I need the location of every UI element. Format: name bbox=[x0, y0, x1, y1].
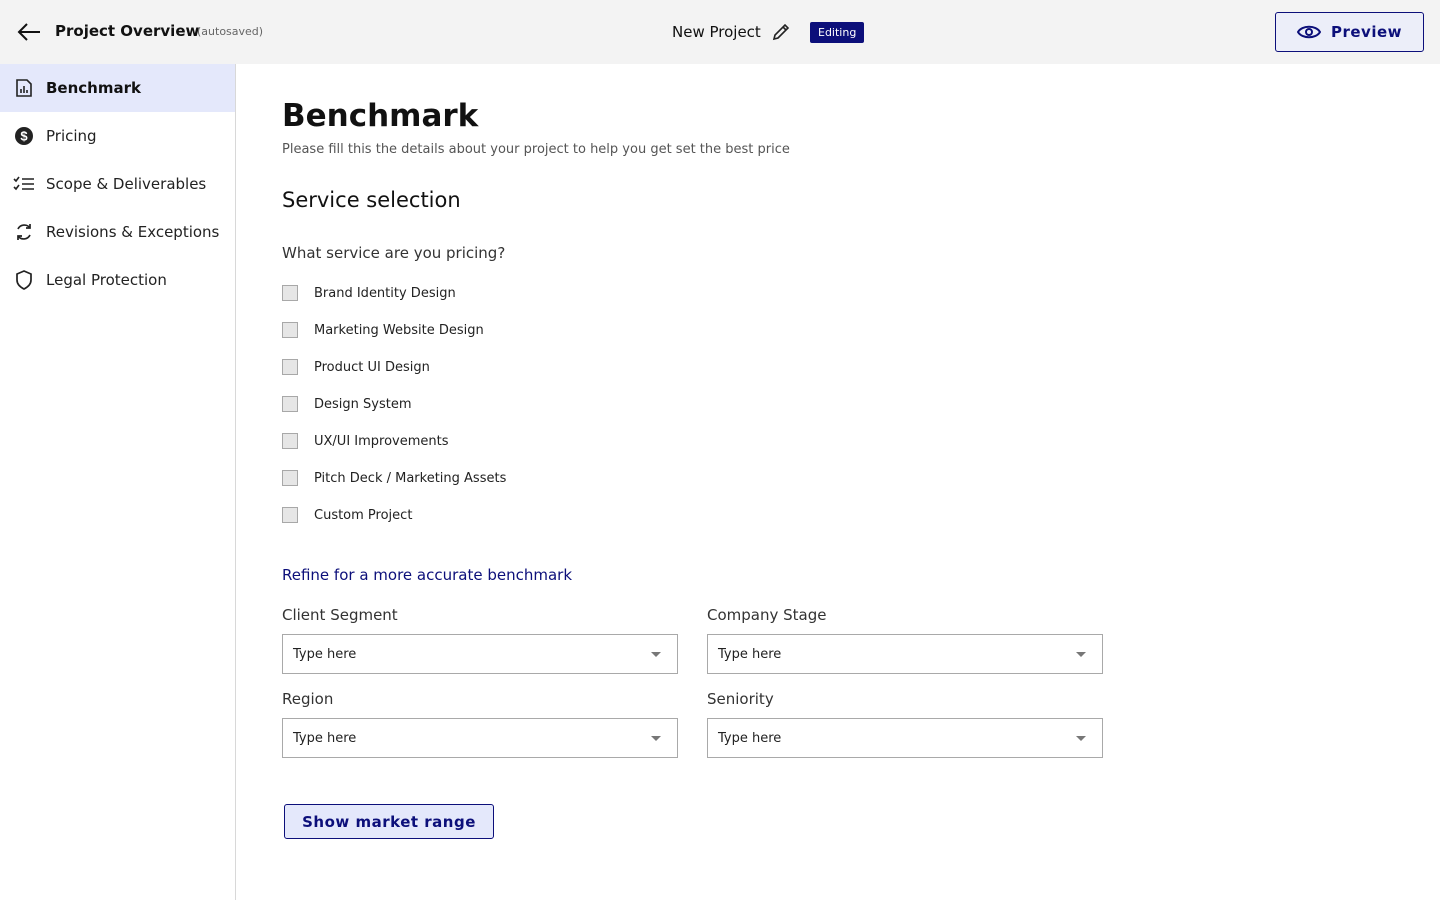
shield-icon bbox=[13, 269, 35, 291]
checkbox-label: Pitch Deck / Marketing Assets bbox=[314, 470, 507, 486]
select-value: Type here bbox=[293, 646, 357, 662]
top-bar: Project Overview (autosaved) New Project… bbox=[0, 0, 1440, 64]
button-label: Show market range bbox=[302, 812, 476, 831]
company-stage-select[interactable]: Type here bbox=[707, 634, 1103, 674]
sidebar-item-label: Revisions & Exceptions bbox=[46, 223, 220, 241]
refine-link[interactable]: Refine for a more accurate benchmark bbox=[282, 566, 572, 584]
sidebar-item-scope[interactable]: Scope & Deliverables bbox=[0, 160, 235, 208]
seniority-label: Seniority bbox=[707, 690, 774, 708]
chevron-down-icon bbox=[651, 736, 661, 741]
checkbox[interactable] bbox=[282, 507, 298, 523]
back-arrow-icon[interactable] bbox=[16, 20, 42, 44]
service-option-ux-ui[interactable]: UX/UI Improvements bbox=[282, 433, 449, 449]
bar-chart-icon bbox=[13, 77, 35, 99]
service-option-brand-identity[interactable]: Brand Identity Design bbox=[282, 285, 456, 301]
sidebar-item-pricing[interactable]: $ Pricing bbox=[0, 112, 235, 160]
checkbox-label: UX/UI Improvements bbox=[314, 433, 449, 449]
checklist-icon bbox=[13, 173, 35, 195]
region-select[interactable]: Type here bbox=[282, 718, 678, 758]
company-stage-label: Company Stage bbox=[707, 606, 827, 624]
sidebar-item-benchmark[interactable]: Benchmark bbox=[0, 64, 235, 112]
svg-text:$: $ bbox=[20, 129, 28, 144]
preview-label: Preview bbox=[1330, 23, 1402, 41]
sidebar-item-label: Pricing bbox=[46, 127, 97, 145]
client-segment-select[interactable]: Type here bbox=[282, 634, 678, 674]
sidebar-item-legal[interactable]: Legal Protection bbox=[0, 256, 235, 304]
checkbox[interactable] bbox=[282, 285, 298, 301]
project-name: New Project bbox=[672, 23, 761, 41]
select-value: Type here bbox=[718, 646, 782, 662]
service-option-product-ui[interactable]: Product UI Design bbox=[282, 359, 430, 375]
autosave-status: (autosaved) bbox=[197, 25, 264, 38]
seniority-select[interactable]: Type here bbox=[707, 718, 1103, 758]
client-segment-label: Client Segment bbox=[282, 606, 398, 624]
service-option-pitch-deck[interactable]: Pitch Deck / Marketing Assets bbox=[282, 470, 506, 486]
checkbox-label: Brand Identity Design bbox=[314, 285, 456, 301]
project-name-group: New Project bbox=[672, 22, 791, 42]
preview-button[interactable]: Preview bbox=[1275, 12, 1424, 52]
sidebar-item-revisions[interactable]: Revisions & Exceptions bbox=[0, 208, 235, 256]
checkbox[interactable] bbox=[282, 396, 298, 412]
chevron-down-icon bbox=[651, 652, 661, 657]
show-market-range-button[interactable]: Show market range bbox=[284, 804, 494, 839]
service-option-custom[interactable]: Custom Project bbox=[282, 507, 412, 523]
checkbox-label: Design System bbox=[314, 396, 412, 412]
service-selection-title: Service selection bbox=[282, 188, 461, 212]
service-question: What service are you pricing? bbox=[282, 244, 506, 262]
eye-icon bbox=[1296, 25, 1321, 39]
chevron-down-icon bbox=[1076, 652, 1086, 657]
checkbox-label: Marketing Website Design bbox=[314, 322, 484, 338]
chevron-down-icon bbox=[1076, 736, 1086, 741]
refresh-icon bbox=[13, 221, 35, 243]
page-title: Project Overview bbox=[55, 22, 200, 40]
checkbox-label: Product UI Design bbox=[314, 359, 430, 375]
sidebar-item-label: Scope & Deliverables bbox=[46, 175, 207, 193]
sidebar-item-label: Benchmark bbox=[46, 79, 141, 97]
sidebar-item-label: Legal Protection bbox=[46, 271, 167, 289]
select-value: Type here bbox=[293, 730, 357, 746]
select-value: Type here bbox=[718, 730, 782, 746]
sidebar: Benchmark $ Pricing Scope & Deliverables… bbox=[0, 64, 236, 900]
section-heading: Benchmark bbox=[282, 98, 479, 134]
checkbox[interactable] bbox=[282, 359, 298, 375]
region-label: Region bbox=[282, 690, 334, 708]
checkbox-label: Custom Project bbox=[314, 507, 413, 523]
pencil-icon[interactable] bbox=[771, 22, 791, 42]
service-option-marketing-website[interactable]: Marketing Website Design bbox=[282, 322, 484, 338]
checkbox[interactable] bbox=[282, 470, 298, 486]
checkbox[interactable] bbox=[282, 433, 298, 449]
service-option-design-system[interactable]: Design System bbox=[282, 396, 412, 412]
editing-badge: Editing bbox=[810, 22, 865, 43]
section-subheading: Please fill this the details about your … bbox=[282, 142, 790, 157]
dollar-circle-icon: $ bbox=[13, 125, 35, 147]
checkbox[interactable] bbox=[282, 322, 298, 338]
